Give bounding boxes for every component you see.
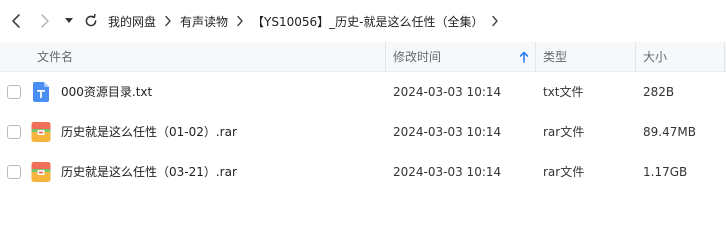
refresh-icon bbox=[84, 14, 98, 28]
file-name[interactable]: 历史就是这么任性（01-02）.rar bbox=[61, 112, 237, 152]
file-type: rar文件 bbox=[543, 165, 585, 179]
file-type: rar文件 bbox=[543, 125, 585, 139]
file-size: 89.47MB bbox=[643, 125, 696, 139]
column-header-name[interactable]: 文件名 bbox=[37, 42, 73, 72]
file-list-header: 文件名 修改时间 类型 大小 bbox=[0, 42, 726, 72]
column-divider[interactable] bbox=[635, 42, 636, 72]
column-header-type[interactable]: 类型 bbox=[543, 42, 567, 72]
file-type: txt文件 bbox=[543, 85, 584, 99]
row-checkbox[interactable] bbox=[7, 85, 21, 99]
breadcrumb-expand-button[interactable] bbox=[483, 0, 507, 42]
back-button[interactable] bbox=[6, 11, 26, 31]
breadcrumb-item-current-folder[interactable]: 【YS10056】_历史-就是这么任性（全集） bbox=[252, 13, 483, 30]
row-checkbox[interactable] bbox=[7, 125, 21, 139]
file-size: 1.17GB bbox=[643, 165, 688, 179]
breadcrumb-item-audiobooks[interactable]: 有声读物 bbox=[180, 13, 228, 30]
file-row[interactable]: 历史就是这么任性（01-02）.rar 2024-03-03 10:14 rar… bbox=[0, 112, 726, 152]
breadcrumb-item-my-drive[interactable]: 我的网盘 bbox=[108, 13, 156, 30]
caret-down-icon bbox=[65, 18, 73, 24]
file-row[interactable]: 000资源目录.txt 2024-03-03 10:14 txt文件 282B bbox=[0, 72, 726, 112]
file-row[interactable]: 历史就是这么任性（03-21）.rar 2024-03-03 10:14 rar… bbox=[0, 152, 726, 192]
column-divider[interactable] bbox=[724, 42, 725, 72]
breadcrumb: 我的网盘 有声读物 【YS10056】_历史-就是这么任性（全集） bbox=[108, 0, 507, 42]
rar-archive-icon bbox=[30, 121, 52, 143]
file-size: 282B bbox=[643, 85, 675, 99]
forward-button[interactable] bbox=[35, 11, 55, 31]
chevron-right-icon bbox=[156, 0, 180, 42]
chevron-left-icon bbox=[10, 13, 22, 29]
txt-file-icon bbox=[30, 81, 52, 103]
column-header-modified[interactable]: 修改时间 bbox=[393, 42, 441, 72]
arrow-up-icon[interactable] bbox=[519, 51, 529, 63]
column-header-size[interactable]: 大小 bbox=[643, 42, 667, 72]
file-name[interactable]: 000资源目录.txt bbox=[61, 72, 152, 112]
history-dropdown-button[interactable] bbox=[60, 11, 78, 31]
file-modified-time: 2024-03-03 10:14 bbox=[393, 85, 502, 99]
column-divider[interactable] bbox=[535, 42, 536, 72]
chevron-right-icon bbox=[39, 13, 51, 29]
refresh-button[interactable] bbox=[81, 11, 101, 31]
chevron-right-icon bbox=[491, 15, 499, 27]
navigation-bar: 我的网盘 有声读物 【YS10056】_历史-就是这么任性（全集） bbox=[0, 0, 726, 42]
file-modified-time: 2024-03-03 10:14 bbox=[393, 165, 502, 179]
file-name[interactable]: 历史就是这么任性（03-21）.rar bbox=[61, 152, 237, 192]
file-modified-time: 2024-03-03 10:14 bbox=[393, 125, 502, 139]
column-divider[interactable] bbox=[385, 42, 386, 72]
rar-archive-icon bbox=[30, 161, 52, 183]
chevron-right-icon bbox=[228, 0, 252, 42]
row-checkbox[interactable] bbox=[7, 165, 21, 179]
